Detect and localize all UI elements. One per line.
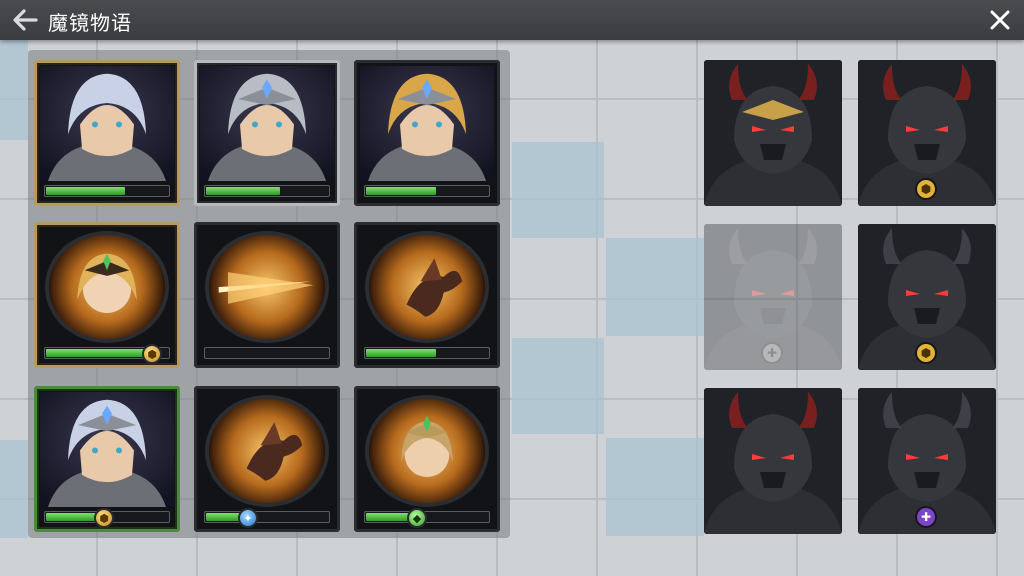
board-tile [512,142,604,238]
hero-orb [45,231,169,343]
board-tile [606,238,704,336]
enemy-red-horn-dark-knight[interactable] [704,388,842,534]
board-tile [0,40,28,140]
enemy-dark-armored-knight[interactable]: ⬢ [858,60,996,206]
enemy-horned-gold-knight[interactable] [704,60,842,206]
green-rank-badge-icon: ◆ [407,508,427,528]
hp-bar [204,185,330,197]
party-slot-dragon-beast-orb[interactable] [354,222,500,368]
blue-rank-badge-icon: ✦ [238,508,258,528]
arrow-left-icon [13,9,38,31]
hero-portrait [360,66,494,181]
party-slot-fire-slash-skill-orb[interactable] [194,222,340,368]
gold-rank-badge-icon: ⬢ [142,344,162,364]
board-tile [512,338,604,434]
top-bar: 魔镜物语 [0,0,1024,40]
party-slot-silver-haired-heroine[interactable] [34,60,180,206]
hero-orb [365,231,489,343]
board-tile [606,438,704,536]
gold-rank-badge-icon: ⬢ [915,178,937,200]
party-slot-silver-haired-knight[interactable] [194,60,340,206]
hero-portrait [40,392,174,507]
gold-rank-badge-icon: ⬢ [915,342,937,364]
close-icon [990,10,1010,30]
skill-orb [205,231,329,343]
hp-bar [364,185,490,197]
hero-portrait [200,66,334,181]
close-button[interactable] [988,8,1012,32]
page-title: 魔镜物语 [48,11,132,35]
hp-bar [204,511,330,523]
purple-rank-badge-icon: ✚ [915,506,937,528]
party-slot-blonde-princess-orb[interactable]: ⬢ [34,222,180,368]
gold-rank-badge-icon: ⬢ [94,508,114,528]
hero-portrait [40,66,174,181]
hero-orb [205,395,329,507]
enemy-ghost-dark-knight[interactable]: ✚ [704,224,842,370]
enemy-horned-dark-knight[interactable]: ⬢ [858,224,996,370]
hp-bar [364,347,490,359]
party-slot-blonde-knight[interactable] [354,60,500,206]
enemy-dark-knight-purple[interactable]: ✚ [858,388,996,534]
hp-bar [44,185,170,197]
back-button[interactable] [10,6,40,34]
hp-bar [364,511,490,523]
party-slot-crowned-prince-orb[interactable]: ◆ [354,386,500,532]
board-tile [0,440,28,538]
hp-bar [204,347,330,359]
hero-orb [365,395,489,507]
party-slot-dragon-beast-orb-2[interactable]: ✦ [194,386,340,532]
party-slot-silver-haired-heroine-2[interactable]: ⬢ [34,386,180,532]
grey-rank-badge-icon: ✚ [761,342,783,364]
